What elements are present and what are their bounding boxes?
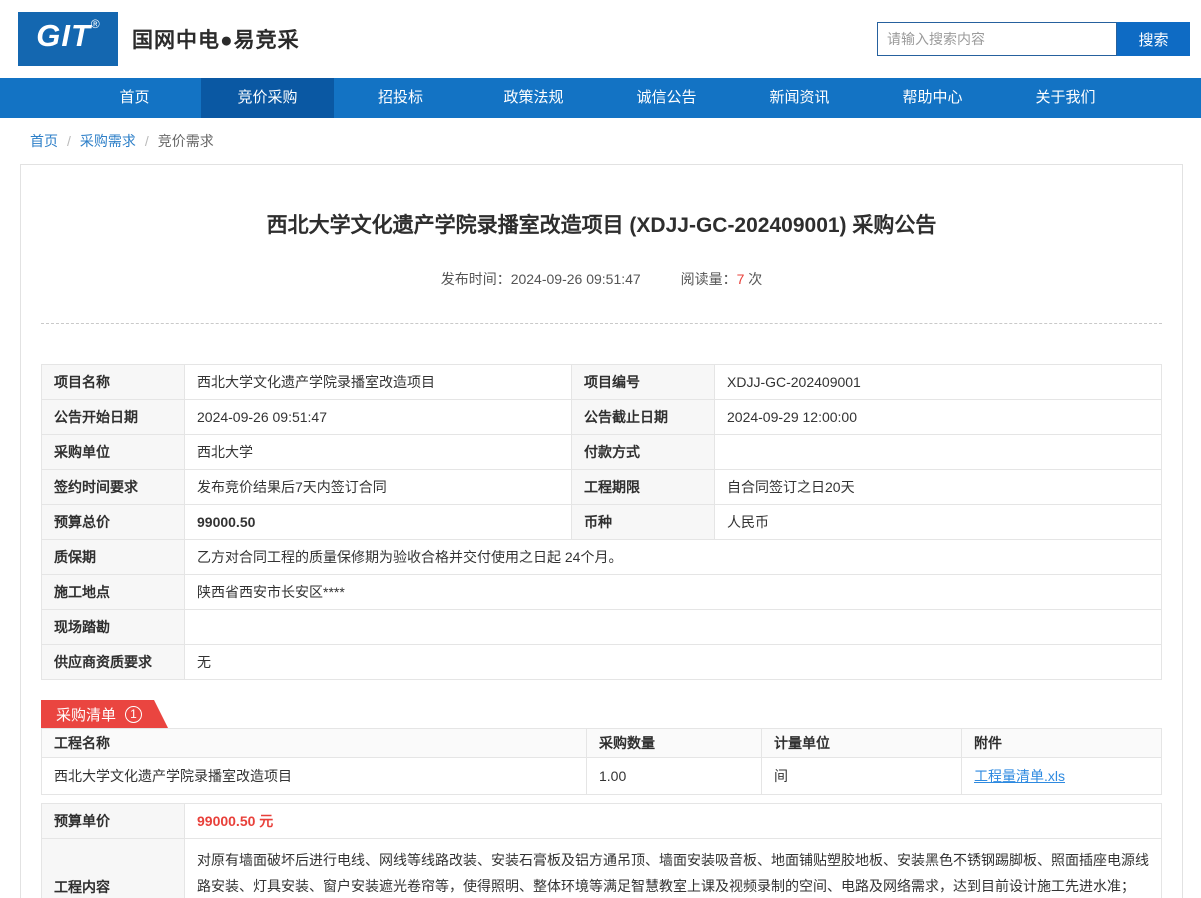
nav-item-news[interactable]: 新闻资讯 xyxy=(733,78,866,118)
site-logo[interactable]: GIT ® xyxy=(18,12,118,66)
info-label: 供应商资质要求 xyxy=(42,645,185,680)
table-row: 预算单价 99000.50 元 xyxy=(42,804,1162,839)
project-name-cell: 西北大学文化遗产学院录播室改造项目 xyxy=(42,758,587,795)
site-name: 国网中电●易竞采 xyxy=(132,24,300,54)
info-value xyxy=(715,435,1162,470)
publish-time: 发布时间：2024-09-26 09:51:47 xyxy=(441,271,641,287)
info-value: 无 xyxy=(185,645,1162,680)
column-header: 计量单位 xyxy=(762,729,962,758)
column-header: 采购数量 xyxy=(587,729,762,758)
info-value: 2024-09-26 09:51:47 xyxy=(185,400,572,435)
breadcrumb-purchase-demand[interactable]: 采购需求 xyxy=(80,131,136,151)
info-value: 西北大学 xyxy=(185,435,572,470)
column-header: 附件 xyxy=(962,729,1162,758)
nav-item-help-center[interactable]: 帮助中心 xyxy=(866,78,999,118)
info-label: 签约时间要求 xyxy=(42,470,185,505)
purchase-list-count-badge: 1 xyxy=(125,706,142,723)
table-header-row: 工程名称 采购数量 计量单位 附件 xyxy=(42,729,1162,758)
table-row: 采购单位 西北大学 付款方式 xyxy=(42,435,1162,470)
nav-item-tenders[interactable]: 招投标 xyxy=(334,78,467,118)
purchase-list-table: 工程名称 采购数量 计量单位 附件 西北大学文化遗产学院录播室改造项目 1.00… xyxy=(41,728,1162,795)
breadcrumb-separator: / xyxy=(67,133,71,149)
nav-item-policies[interactable]: 政策法规 xyxy=(467,78,600,118)
registered-trademark-icon: ® xyxy=(91,18,100,30)
info-value: 2024-09-29 12:00:00 xyxy=(715,400,1162,435)
info-label: 项目名称 xyxy=(42,365,185,400)
breadcrumb-current: 竞价需求 xyxy=(158,131,214,151)
table-row: 工程内容 对原有墙面破坏后进行电线、网线等线路改装、安装石膏板及铝方通吊顶、墙面… xyxy=(42,839,1162,898)
unit-price-value: 99000.50 元 xyxy=(185,804,1162,839)
table-row: 项目名称 西北大学文化遗产学院录播室改造项目 项目编号 XDJJ-GC-2024… xyxy=(42,365,1162,400)
info-value: 西北大学文化遗产学院录播室改造项目 xyxy=(185,365,572,400)
table-row: 施工地点 陕西省西安市长安区**** xyxy=(42,575,1162,610)
breadcrumb-home[interactable]: 首页 xyxy=(30,131,58,151)
purchase-list-ribbon: 采购清单 1 xyxy=(41,700,168,728)
purchase-list-ribbon-label: 采购清单 xyxy=(56,704,116,725)
info-label: 预算总价 xyxy=(42,505,185,540)
unit-cell: 间 xyxy=(762,758,962,795)
unit-price-label: 预算单价 xyxy=(42,804,185,839)
announcement-header: 西北大学文化遗产学院录播室改造项目 (XDJJ-GC-202409001) 采购… xyxy=(41,165,1162,324)
table-row: 西北大学文化遗产学院录播室改造项目 1.00 间 工程量清单.xls xyxy=(42,758,1162,795)
work-content-label: 工程内容 xyxy=(42,839,185,898)
info-value: 乙方对合同工程的质量保修期为验收合格并交付使用之日起 24个月。 xyxy=(185,540,1162,575)
info-label: 现场踏勘 xyxy=(42,610,185,645)
page-header: GIT ® 国网中电●易竞采 搜索 xyxy=(0,0,1201,78)
info-label: 施工地点 xyxy=(42,575,185,610)
table-row: 预算总价 99000.50 币种 人民币 xyxy=(42,505,1162,540)
announcement-meta: 发布时间：2024-09-26 09:51:47 阅读量：7 次 xyxy=(41,269,1162,289)
price-content-table: 预算单价 99000.50 元 工程内容 对原有墙面破坏后进行电线、网线等线路改… xyxy=(41,803,1162,898)
content-panel: 西北大学文化遗产学院录播室改造项目 (XDJJ-GC-202409001) 采购… xyxy=(20,164,1183,898)
nav-item-bidding-purchase[interactable]: 竞价采购 xyxy=(201,78,334,118)
info-label: 公告截止日期 xyxy=(572,400,715,435)
info-label: 公告开始日期 xyxy=(42,400,185,435)
column-header: 工程名称 xyxy=(42,729,587,758)
logo-text: GIT xyxy=(36,20,91,51)
info-value: 发布竞价结果后7天内签订合同 xyxy=(185,470,572,505)
info-value xyxy=(185,610,1162,645)
info-label: 工程期限 xyxy=(572,470,715,505)
project-info-table: 项目名称 西北大学文化遗产学院录播室改造项目 项目编号 XDJJ-GC-2024… xyxy=(41,364,1162,680)
breadcrumb-separator: / xyxy=(145,133,149,149)
table-row: 签约时间要求 发布竞价结果后7天内签订合同 工程期限 自合同签订之日20天 xyxy=(42,470,1162,505)
nav-item-home[interactable]: 首页 xyxy=(68,78,201,118)
purchase-list-section-header: 采购清单 1 xyxy=(41,700,1162,728)
view-count: 阅读量：7 次 xyxy=(681,271,763,287)
attachment-cell: 工程量清单.xls xyxy=(962,758,1162,795)
info-label: 质保期 xyxy=(42,540,185,575)
nav-item-integrity-notices[interactable]: 诚信公告 xyxy=(600,78,733,118)
attachment-link[interactable]: 工程量清单.xls xyxy=(974,768,1065,784)
table-row: 公告开始日期 2024-09-26 09:51:47 公告截止日期 2024-0… xyxy=(42,400,1162,435)
main-nav: 首页 竞价采购 招投标 政策法规 诚信公告 新闻资讯 帮助中心 关于我们 xyxy=(0,78,1201,118)
quantity-cell: 1.00 xyxy=(587,758,762,795)
info-value: 自合同签订之日20天 xyxy=(715,470,1162,505)
info-label: 币种 xyxy=(572,505,715,540)
info-value: XDJJ-GC-202409001 xyxy=(715,365,1162,400)
work-content-text: 对原有墙面破坏后进行电线、网线等线路改装、安装石膏板及铝方通吊顶、墙面安装吸音板… xyxy=(185,839,1162,898)
search-bar: 搜索 xyxy=(877,22,1190,56)
nav-item-about-us[interactable]: 关于我们 xyxy=(999,78,1132,118)
info-label: 项目编号 xyxy=(572,365,715,400)
search-button[interactable]: 搜索 xyxy=(1117,22,1190,56)
table-row: 现场踏勘 xyxy=(42,610,1162,645)
budget-total-value: 99000.50 xyxy=(185,505,572,540)
search-input[interactable] xyxy=(877,22,1117,56)
info-label: 付款方式 xyxy=(572,435,715,470)
breadcrumb: 首页 / 采购需求 / 竞价需求 xyxy=(0,118,1201,161)
info-label: 采购单位 xyxy=(42,435,185,470)
page-title: 西北大学文化遗产学院录播室改造项目 (XDJJ-GC-202409001) 采购… xyxy=(41,209,1162,239)
table-row: 供应商资质要求 无 xyxy=(42,645,1162,680)
table-row: 质保期 乙方对合同工程的质量保修期为验收合格并交付使用之日起 24个月。 xyxy=(42,540,1162,575)
info-value: 陕西省西安市长安区**** xyxy=(185,575,1162,610)
info-value: 人民币 xyxy=(715,505,1162,540)
